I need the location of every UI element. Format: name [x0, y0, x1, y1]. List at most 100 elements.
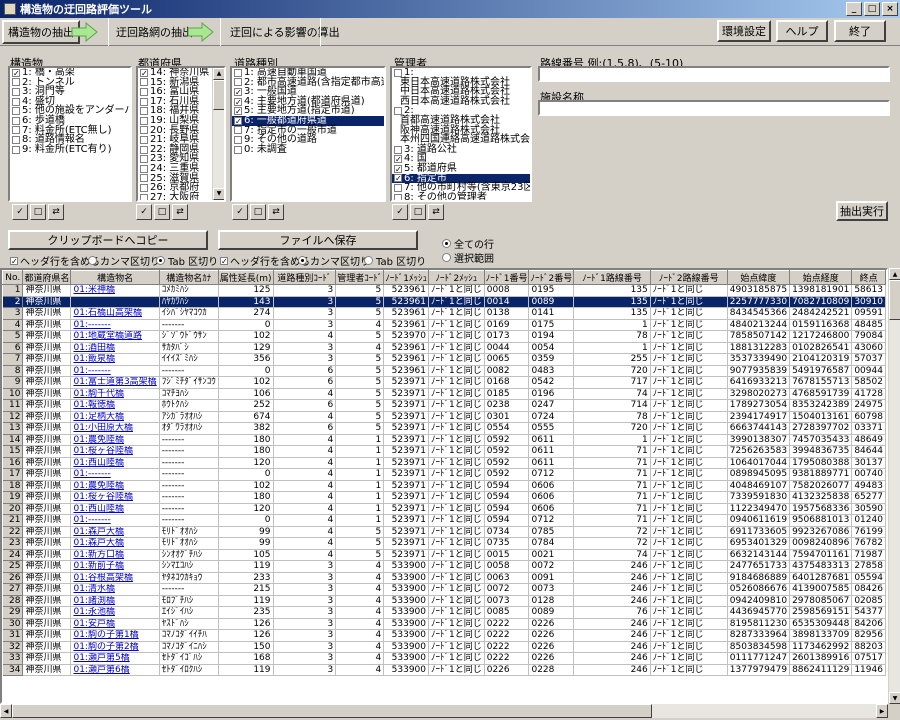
column-header[interactable]: ﾉｰﾄﾞ2番号: [528, 270, 575, 285]
table-row[interactable]: 28 神奈川県 01:諸渕橋 ﾓﾛﾌﾞﾁﾊｼ 119 3 4 533900 ﾉｰﾄﾞ1と同じ 00…: [2, 595, 886, 607]
table-row[interactable]: 9 神奈川県 01:富士道第3高架橋 ﾌｼﾞﾐﾁﾀﾞｲｻﾝｺｳ 102 6 5 523971 ﾉ…: [2, 376, 886, 389]
table-row[interactable]: 1 神奈川県 01:米神橋 ｺﾒｶﾐﾊｼ 125 3 5 523961 ﾉｰﾄﾞ1と同じ 0008…: [2, 284, 886, 297]
table-cell[interactable]: 01:西山陸橋: [70, 503, 160, 515]
table-row[interactable]: 10 神奈川県 01:駒千代橋 ｺﾏﾁﾖﾊｼ 106 4 5 523971 ﾉｰﾄﾞ1と同じ 01…: [2, 388, 886, 400]
table-cell[interactable]: 01:飯泉橋: [70, 353, 160, 366]
table-cell[interactable]: 01:-------: [70, 319, 160, 331]
table-row[interactable]: 20 神奈川県 01:西山陸橋 ------- 120 4 1 523971 ﾉｰﾄﾞ1と同じ 0…: [2, 503, 886, 515]
table-row[interactable]: 18 神奈川県 01:農免陸橋 ------- 102 4 1 523971 ﾉｰﾄﾞ1と同じ 0…: [2, 480, 886, 492]
checkbox[interactable]: [394, 145, 402, 154]
checkbox[interactable]: [12, 116, 20, 125]
maximize-button[interactable]: □: [864, 2, 880, 16]
table-cell[interactable]: 01:報徳橋: [70, 399, 160, 412]
table-row[interactable]: 21 神奈川県 01:------- ------- 0 4 1 523971 ﾉｰﾄﾞ1と同じ…: [2, 514, 886, 527]
table-cell[interactable]: 01:農免陸橋: [70, 434, 160, 446]
column-header[interactable]: ﾉｰﾄﾞ1番号: [483, 270, 530, 285]
column-header[interactable]: 属性延長(m): [217, 270, 274, 285]
invert-check-icon[interactable]: ⇄: [172, 204, 188, 220]
table-cell[interactable]: 01:瀬戸第6橋: [70, 664, 160, 676]
scroll-thumb[interactable]: [889, 280, 900, 320]
checkbox[interactable]: [12, 107, 20, 116]
checkbox[interactable]: [234, 68, 242, 77]
checkbox[interactable]: [12, 135, 20, 144]
grid-horizontal-scrollbar[interactable]: ◀ ▶: [0, 704, 888, 718]
table-cell[interactable]: 01:駒の子第2橋: [70, 641, 160, 653]
checkbox[interactable]: [140, 135, 148, 144]
checkbox[interactable]: [394, 68, 402, 77]
column-header[interactable]: 都道府県名: [22, 270, 72, 285]
step-calc-impact[interactable]: 迂回による影響の算出: [230, 24, 340, 40]
help-button[interactable]: ヘルプ: [776, 20, 828, 42]
checkbox[interactable]: ✓: [394, 155, 402, 164]
table-cell[interactable]: 01:谷根高架橋: [70, 572, 160, 584]
table-cell[interactable]: 01:清水橋: [70, 583, 160, 596]
table-cell[interactable]: 01:石橋山高架橋: [70, 307, 160, 320]
checkbox[interactable]: [140, 193, 148, 200]
grid-vertical-scrollbar[interactable]: ▲ ▼: [888, 268, 900, 704]
checkbox[interactable]: [234, 78, 242, 87]
road-type-list[interactable]: 1: 高速自動車国道2: 都市高速道路(含指定都市高速道路)✓3: 一般国道✓4…: [230, 66, 386, 202]
checkbox[interactable]: [12, 126, 20, 135]
checkbox[interactable]: ✓: [234, 97, 242, 106]
step-extract-structures[interactable]: 構造物の抽出: [2, 20, 80, 44]
file-comma-radio[interactable]: カンマ区切り: [298, 253, 370, 268]
uncheck-all-icon[interactable]: □: [154, 204, 170, 220]
prefecture-scrollbar[interactable]: ▲ ▼: [212, 68, 224, 200]
step-extract-detour[interactable]: 迂回路網の抽出: [116, 24, 193, 40]
check-all-icon[interactable]: ✓: [136, 204, 152, 220]
table-cell[interactable]: 01:森戸大橋: [70, 526, 160, 538]
table-cell[interactable]: 01:足柄大橋: [70, 411, 160, 423]
table-row[interactable]: 5 神奈川県 01:地蔵堂橋道路 ｼﾞｿﾞｳﾄﾞｳｻﾝ 102 4 5 523970 ﾉｰﾄﾞ1…: [2, 330, 886, 343]
checkbox[interactable]: [140, 155, 148, 164]
clipboard-header-check[interactable]: ✓ ヘッダ行を含める: [10, 253, 100, 268]
file-header-check[interactable]: ✓ ヘッダ行を含める: [220, 253, 310, 268]
table-row[interactable]: 16 神奈川県 01:西山陸橋 ------- 120 4 1 523971 ﾉｰﾄﾞ1と同じ 0…: [2, 457, 886, 469]
table-row[interactable]: 32 神奈川県 01:駒の子第2橋 ｺﾏﾉｺﾀﾞｲﾆﾊｼ 150 3 4 533900 ﾉｰﾄﾞ…: [2, 641, 886, 653]
checkbox[interactable]: [140, 78, 148, 87]
table-row[interactable]: 14 神奈川県 01:農免陸橋 ------- 180 4 1 523971 ﾉｰﾄﾞ1と同じ 0…: [2, 434, 886, 446]
extract-run-button[interactable]: 抽出実行: [836, 201, 888, 221]
table-row[interactable]: 25 神奈川県 01:新前子橋 ｼﾝﾏｴｺﾊｼ 119 3 4 533900 ﾉｰﾄﾞ1と同じ 0…: [2, 560, 886, 573]
clipboard-comma-radio[interactable]: カンマ区切り: [88, 253, 160, 268]
table-cell[interactable]: 01:農免陸橋: [70, 480, 160, 492]
env-settings-button[interactable]: 環境設定: [717, 20, 771, 42]
checkbox[interactable]: [140, 116, 148, 125]
table-cell[interactable]: 01:安戸橋: [70, 618, 160, 630]
table-cell[interactable]: 01:新方口橋: [70, 549, 160, 561]
invert-check-icon[interactable]: ⇄: [48, 204, 64, 220]
table-row[interactable]: 22 神奈川県 01:森戸大橋 ﾓﾘﾄﾞｵｵﾊｼ 99 4 5 523971 ﾉｰﾄﾞ1と同じ 0…: [2, 526, 886, 538]
list-item[interactable]: 9: 料金所(ETC有り): [10, 144, 130, 155]
table-cell[interactable]: 01:西山陸橋: [70, 457, 160, 469]
checkbox[interactable]: [394, 183, 402, 192]
column-header[interactable]: 終点: [851, 270, 886, 285]
column-header[interactable]: ﾉｰﾄﾞ1路線番号: [573, 270, 651, 285]
table-row[interactable]: 34 神奈川県 01:瀬戸第6橋 ｾﾄﾀﾞｲﾛｸﾊｼ 119 3 4 533900 ﾉｰﾄﾞ1と…: [2, 664, 886, 676]
column-header[interactable]: 構造物名: [70, 270, 160, 285]
table-row[interactable]: 6 神奈川県 01:酒田橋 ｻｶﾀﾊﾞｼ 129 3 4 523961 ﾉｰﾄﾞ1と同じ 0044…: [2, 342, 886, 354]
checkbox[interactable]: [140, 107, 148, 116]
table-row[interactable]: 19 神奈川県 01:桜ヶ谷陸橋 ------- 180 4 1 523971 ﾉｰﾄﾞ1と同じ…: [2, 491, 886, 504]
scroll-right-icon[interactable]: ▶: [876, 704, 888, 718]
table-cell[interactable]: 01:新前子橋: [70, 560, 160, 573]
checkbox[interactable]: [234, 145, 242, 154]
table-row[interactable]: 33 神奈川県 01:瀬戸第5橋 ｾﾄﾀﾞｲｺﾞﾊｼ 168 3 4 533900 ﾉｰﾄﾞ1と…: [2, 652, 886, 665]
checkbox[interactable]: [140, 126, 148, 135]
check-all-icon[interactable]: ✓: [12, 204, 28, 220]
exit-button[interactable]: 終了: [834, 20, 886, 42]
column-header[interactable]: No.: [2, 270, 24, 285]
minimize-button[interactable]: _: [846, 2, 862, 16]
scroll-thumb[interactable]: [12, 704, 652, 718]
checkbox[interactable]: [12, 78, 20, 87]
table-row[interactable]: 15 神奈川県 01:桜ヶ谷陸橋 ------- 180 4 1 523971 ﾉｰﾄﾞ1と同じ…: [2, 445, 886, 458]
column-header[interactable]: ﾉｰﾄﾞ2ﾒｯｼｭ: [428, 270, 485, 285]
table-cell[interactable]: 01:駒千代橋: [70, 388, 160, 400]
table-row[interactable]: 17 神奈川県 01:------- ------- 0 4 1 523971 ﾉｰﾄﾞ1と同じ…: [2, 468, 886, 481]
table-row[interactable]: 30 神奈川県 01:安戸橋 ﾔｽﾄﾞﾊｼ 126 3 4 533900 ﾉｰﾄﾞ1と同じ 022…: [2, 618, 886, 630]
table-cell[interactable]: 01:永池橋: [70, 606, 160, 619]
table-cell[interactable]: [70, 296, 160, 308]
table-cell[interactable]: 01:富士道第3高架橋: [70, 376, 160, 389]
table-cell[interactable]: 01:酒田橋: [70, 342, 160, 354]
table-cell[interactable]: 01:諸渕橋: [70, 595, 160, 607]
uncheck-all-icon[interactable]: □: [250, 204, 266, 220]
list-item[interactable]: 8: その他の管理者: [392, 192, 530, 200]
